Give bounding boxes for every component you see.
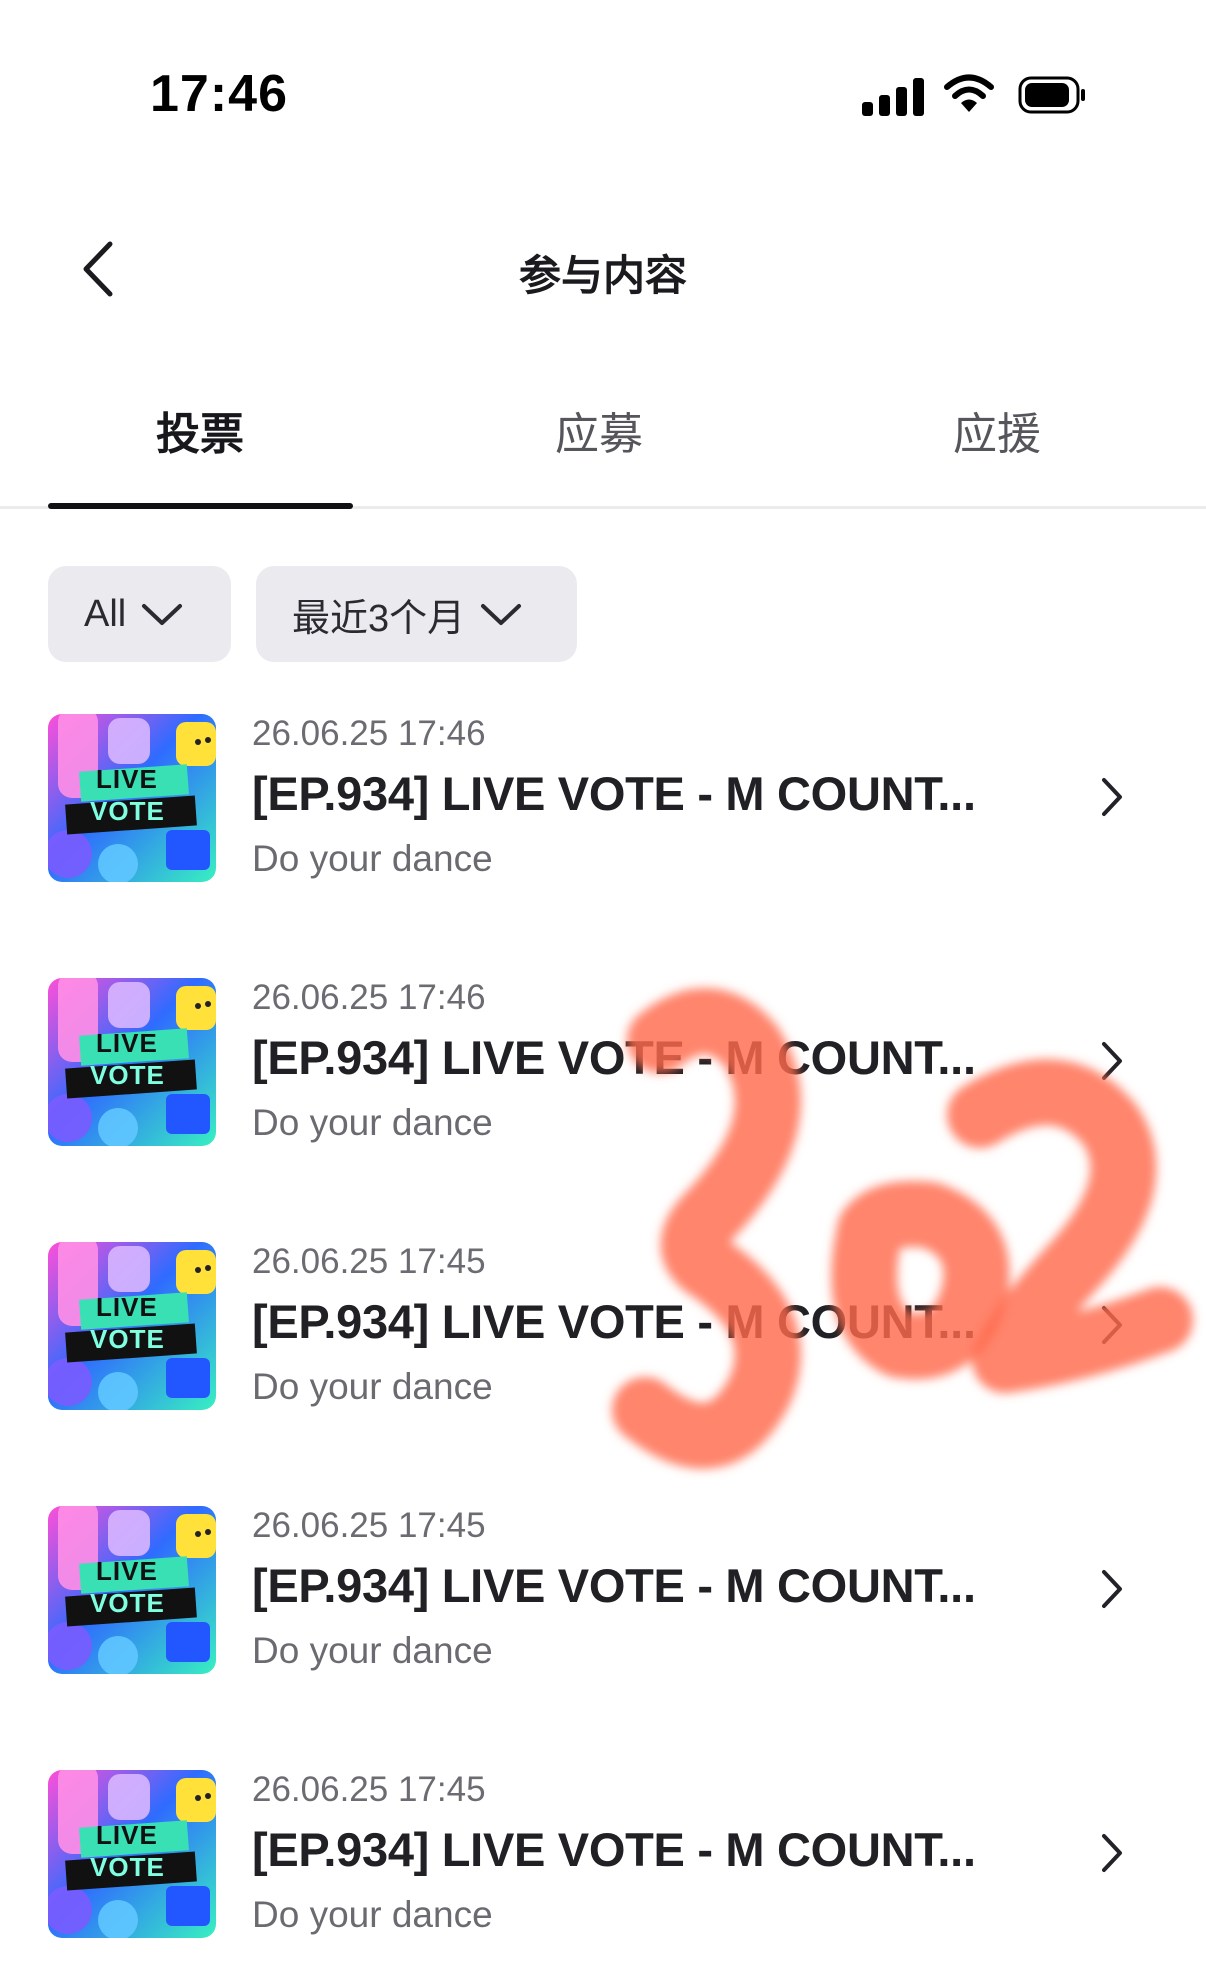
item-date: 26.06.25 17:45 [252, 1242, 486, 1281]
tab-support[interactable]: 应援 [847, 398, 1147, 462]
chevron-down-icon [142, 604, 183, 625]
chevron-right-icon [1102, 1306, 1122, 1344]
filter-category-label: All [84, 592, 127, 635]
thumb-live-text: LIVE [96, 1556, 158, 1586]
chevron-right-icon [1102, 1570, 1122, 1608]
live-vote-thumbnail: LIVE VOTE [48, 1506, 216, 1674]
filter-category-dropdown[interactable]: All [48, 566, 231, 662]
chevron-right-icon [1102, 778, 1122, 816]
tab-active-indicator [48, 503, 353, 509]
item-title: [EP.934] LIVE VOTE - M COUNT... [252, 767, 976, 820]
item-title: [EP.934] LIVE VOTE - M COUNT... [252, 1295, 976, 1348]
thumb-vote-text: VOTE [90, 1324, 165, 1354]
thumb-live-text: LIVE [96, 764, 158, 794]
item-subtitle: Do your dance [252, 1102, 493, 1143]
item-title: [EP.934] LIVE VOTE - M COUNT... [252, 1031, 976, 1084]
item-date: 26.06.25 17:45 [252, 1506, 486, 1545]
vote-list-item[interactable]: LIVE VOTE 26.06.25 17:46 [EP.934] LIVE V… [0, 964, 1206, 1164]
live-vote-thumbnail: LIVE VOTE [48, 714, 216, 882]
nav-bar: 参与内容 [0, 190, 1206, 350]
live-vote-thumbnail: LIVE VOTE [48, 978, 216, 1146]
item-title: [EP.934] LIVE VOTE - M COUNT... [252, 1823, 976, 1876]
wifi-icon [944, 74, 994, 112]
item-date: 26.06.25 17:46 [252, 714, 486, 753]
chevron-right-icon [1102, 1042, 1122, 1080]
status-bar: 17:46 [0, 0, 1206, 190]
vote-list-item[interactable]: LIVE VOTE 26.06.25 17:46 [EP.934] LIVE V… [0, 700, 1206, 900]
battery-icon [1018, 76, 1085, 114]
item-subtitle: Do your dance [252, 1894, 493, 1935]
filter-period-dropdown[interactable]: 最近3个月 [256, 566, 577, 662]
filter-period-label: 最近3个月 [292, 597, 466, 640]
live-vote-thumbnail: LIVE VOTE [48, 1770, 216, 1938]
tab-vote[interactable]: 投票 [50, 398, 350, 462]
vote-list-item[interactable]: LIVE VOTE 26.06.25 17:45 [EP.934] LIVE V… [0, 1756, 1206, 1956]
live-vote-thumbnail: LIVE VOTE [48, 1242, 216, 1410]
thumb-vote-text: VOTE [90, 796, 165, 826]
cellular-signal-icon [862, 76, 924, 116]
page-title: 参与内容 [518, 252, 687, 299]
vote-list-item[interactable]: LIVE VOTE 26.06.25 17:45 [EP.934] LIVE V… [0, 1228, 1206, 1428]
thumb-live-text: LIVE [96, 1820, 158, 1850]
thumb-vote-text: VOTE [90, 1060, 165, 1090]
item-subtitle: Do your dance [252, 838, 493, 879]
thumb-vote-text: VOTE [90, 1588, 165, 1618]
thumb-live-text: LIVE [96, 1292, 158, 1322]
status-time: 17:46 [150, 65, 288, 123]
item-date: 26.06.25 17:46 [252, 978, 486, 1017]
thumb-vote-text: VOTE [90, 1852, 165, 1882]
chevron-right-icon [1102, 1834, 1122, 1872]
chevron-down-icon [481, 604, 522, 625]
vote-list-item[interactable]: LIVE VOTE 26.06.25 17:45 [EP.934] LIVE V… [0, 1492, 1206, 1692]
item-date: 26.06.25 17:45 [252, 1770, 486, 1809]
tab-bar: 投票 应募 应援 [0, 360, 1206, 509]
thumb-live-text: LIVE [96, 1028, 158, 1058]
tab-apply[interactable]: 应募 [449, 398, 749, 462]
item-title: [EP.934] LIVE VOTE - M COUNT... [252, 1559, 976, 1612]
item-subtitle: Do your dance [252, 1630, 493, 1671]
item-subtitle: Do your dance [252, 1366, 493, 1407]
